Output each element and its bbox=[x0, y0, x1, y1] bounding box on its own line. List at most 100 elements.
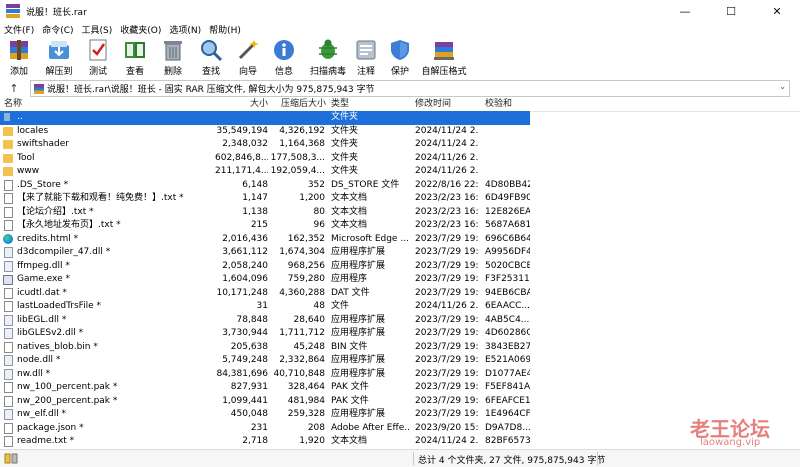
file-row[interactable]: swiftshader 2,348,032 1,164,368 文件夹 2024/11/… bbox=[0, 138, 800, 152]
column-header-modified[interactable]: 修改时间 bbox=[415, 97, 451, 111]
toolbar: 添加 解压到 测试 查看 删除 查找 向导 信息 扫描病毒 注释 保护 自解压格… bbox=[0, 36, 800, 80]
file-type: 应用程序扩展 bbox=[331, 247, 386, 257]
menu-help[interactable]: 帮助(H) bbox=[205, 23, 245, 36]
file-size: 211,171,4... bbox=[215, 166, 268, 176]
file-row[interactable]: libGLESv2.dll * 3,730,944 1,711,712 应用程序扩展 2… bbox=[0, 327, 800, 341]
file-row[interactable]: Tool 602,846,8... 177,508,3... 文件夹 2024/11/2… bbox=[0, 152, 800, 166]
file-size: 1,147 bbox=[242, 193, 268, 203]
folder-icon bbox=[3, 140, 13, 149]
protect-label: 保护 bbox=[390, 67, 409, 77]
comment-button[interactable]: 注释 bbox=[350, 36, 382, 80]
file-size: 6,148 bbox=[242, 179, 268, 190]
file-row[interactable]: nw_200_percent.pak * 1,099,441 481,984 PAK … bbox=[0, 395, 800, 409]
file-type: DAT 文件 bbox=[331, 287, 370, 298]
minimize-button[interactable]: — bbox=[662, 0, 708, 22]
file-packed-size: 1,200 bbox=[299, 193, 325, 203]
file-row[interactable]: nw_100_percent.pak * 827,931 328,464 PAK 文件… bbox=[0, 381, 800, 395]
column-header-size[interactable]: 大小 bbox=[250, 97, 268, 111]
delete-icon bbox=[161, 38, 185, 62]
file-row[interactable]: www 211,171,4... 192,059,4... 文件夹 2024/11/26… bbox=[0, 165, 800, 179]
menu-options[interactable]: 选项(N) bbox=[165, 23, 205, 36]
file-size: 78,848 bbox=[236, 314, 269, 325]
file-name: icudtl.dat * bbox=[17, 287, 67, 298]
folder-icon bbox=[3, 153, 13, 163]
file-row[interactable]: natives_blob.bin * 205,638 45,248 BIN 文件 202… bbox=[0, 341, 800, 355]
menu-commands[interactable]: 命令(C) bbox=[38, 23, 77, 36]
file-name: node.dll * bbox=[17, 355, 61, 365]
file-modified: 2023/7/29 19:... bbox=[415, 341, 479, 352]
file-row[interactable]: locales 35,549,194 4,326,192 文件夹 2024/11/24 … bbox=[0, 125, 800, 139]
file-name: 【论坛介绍】.txt * bbox=[17, 206, 94, 217]
file-type: 应用程序扩展 bbox=[331, 355, 386, 365]
application-icon bbox=[3, 275, 13, 285]
path-field[interactable]: 说服！班长.rar\说服！班长 - 固实 RAR 压缩文件, 解包大小为 975… bbox=[30, 80, 790, 97]
up-arrow-icon[interactable]: ↑ bbox=[0, 80, 28, 96]
file-type: 应用程序 bbox=[331, 274, 368, 284]
file-packed-size: 96 bbox=[313, 220, 325, 230]
file-crc: F3F25311 bbox=[485, 274, 530, 284]
find-button[interactable]: 查找 bbox=[192, 36, 230, 80]
file-size: 2,718 bbox=[242, 436, 268, 446]
file-packed-size: 328,464 bbox=[287, 382, 325, 392]
file-row[interactable]: package.json * 231 208 Adobe After Effe... 2… bbox=[0, 422, 800, 436]
delete-button[interactable]: 删除 bbox=[154, 36, 192, 80]
close-button[interactable]: ✕ bbox=[754, 0, 800, 22]
add-archive-icon bbox=[7, 38, 31, 62]
dll-file-icon bbox=[4, 355, 13, 366]
wizard-button[interactable]: 向导 bbox=[230, 36, 266, 80]
file-name: www bbox=[17, 166, 40, 176]
extract-to-button[interactable]: 解压到 bbox=[38, 36, 80, 80]
file-type: Adobe After Effe... bbox=[331, 422, 409, 433]
file-size: 35,549,194 bbox=[216, 125, 268, 136]
file-row[interactable]: 【来了就能下载和观看！纯免费！】.txt * 1,147 1,200 文本文档 2023… bbox=[0, 192, 800, 206]
file-name: 【永久地址发布页】.txt * bbox=[17, 220, 121, 230]
file-row[interactable]: node.dll * 5,749,248 2,332,864 应用程序扩展 2023/7… bbox=[0, 354, 800, 368]
file-row[interactable]: Game.exe * 1,604,096 759,280 应用程序 2023/7/29 … bbox=[0, 273, 800, 287]
file-crc: 5687A681 bbox=[485, 220, 530, 230]
file-type: 文件夹 bbox=[331, 166, 359, 176]
chevron-down-icon[interactable]: ⌄ bbox=[779, 82, 786, 91]
status-separator bbox=[413, 452, 414, 465]
file-name: nw_elf.dll * bbox=[17, 409, 67, 419]
column-header-crc[interactable]: 校验和 bbox=[485, 97, 512, 111]
file-row[interactable]: readme.txt * 2,718 1,920 文本文档 2024/11/24 2..… bbox=[0, 435, 800, 449]
file-row[interactable]: libEGL.dll * 78,848 28,640 应用程序扩展 2023/7/29 … bbox=[0, 314, 800, 328]
address-bar: ↑ 说服！班长.rar\说服！班长 - 固实 RAR 压缩文件, 解包大小为 9… bbox=[0, 80, 800, 97]
info-button[interactable]: 信息 bbox=[266, 36, 302, 80]
winrar-app-icon bbox=[6, 4, 20, 18]
file-row[interactable]: icudtl.dat * 10,171,248 4,360,288 DAT 文件 202… bbox=[0, 287, 800, 301]
file-row[interactable]: .DS_Store * 6,148 352 DS_STORE 文件 2022/8/16 … bbox=[0, 179, 800, 193]
virus-scan-button[interactable]: 扫描病毒 bbox=[306, 36, 350, 80]
menu-tools[interactable]: 工具(S) bbox=[78, 23, 117, 36]
file-row[interactable]: nw_elf.dll * 450,048 259,328 应用程序扩展 2023/7/2… bbox=[0, 408, 800, 422]
file-row[interactable]: lastLoadedTrsFile * 31 48 文件 2024/11/26 2...… bbox=[0, 300, 800, 314]
protect-button[interactable]: 保护 bbox=[382, 36, 418, 80]
comment-label: 注释 bbox=[356, 67, 375, 77]
file-row[interactable]: nw.dll * 84,381,696 40,710,848 应用程序扩展 2023/7… bbox=[0, 368, 800, 382]
file-row[interactable]: 【论坛介绍】.txt * 1,138 80 文本文档 2023/2/23 16:... 1… bbox=[0, 206, 800, 220]
test-button[interactable]: 测试 bbox=[80, 36, 116, 80]
file-row[interactable]: 【永久地址发布页】.txt * 215 96 文本文档 2023/2/23 16:...… bbox=[0, 219, 800, 233]
file-row[interactable]: .. 文件夹 bbox=[0, 111, 800, 125]
file-row[interactable]: ffmpeg.dll * 2,058,240 968,256 应用程序扩展 2023/7… bbox=[0, 260, 800, 274]
column-header-name[interactable]: 名称 bbox=[4, 97, 22, 111]
column-header-type[interactable]: 类型 bbox=[331, 97, 349, 111]
file-icon bbox=[4, 341, 13, 353]
file-type: BIN 文件 bbox=[331, 341, 368, 352]
info-icon bbox=[272, 38, 296, 62]
find-label: 查找 bbox=[201, 67, 220, 77]
sfx-button[interactable]: 自解压格式 bbox=[418, 36, 470, 80]
file-size: 84,381,696 bbox=[216, 368, 268, 379]
file-type: 文件夹 bbox=[331, 125, 359, 136]
add-button[interactable]: 添加 bbox=[0, 36, 38, 80]
maximize-button[interactable]: ☐ bbox=[708, 0, 754, 22]
file-row[interactable]: credits.html * 2,016,436 162,352 Microsoft … bbox=[0, 233, 800, 247]
menu-file[interactable]: 文件(F) bbox=[0, 23, 38, 36]
file-row[interactable]: d3dcompiler_47.dll * 3,661,112 1,674,304 应用… bbox=[0, 246, 800, 260]
file-modified: 2023/7/29 19:... bbox=[415, 409, 479, 419]
file-modified: 2023/2/23 16:... bbox=[415, 220, 479, 230]
menu-favorites[interactable]: 收藏夹(O) bbox=[116, 23, 165, 36]
test-icon bbox=[86, 38, 110, 62]
column-header-packed[interactable]: 压缩后大小 bbox=[281, 97, 326, 111]
view-button[interactable]: 查看 bbox=[116, 36, 154, 80]
